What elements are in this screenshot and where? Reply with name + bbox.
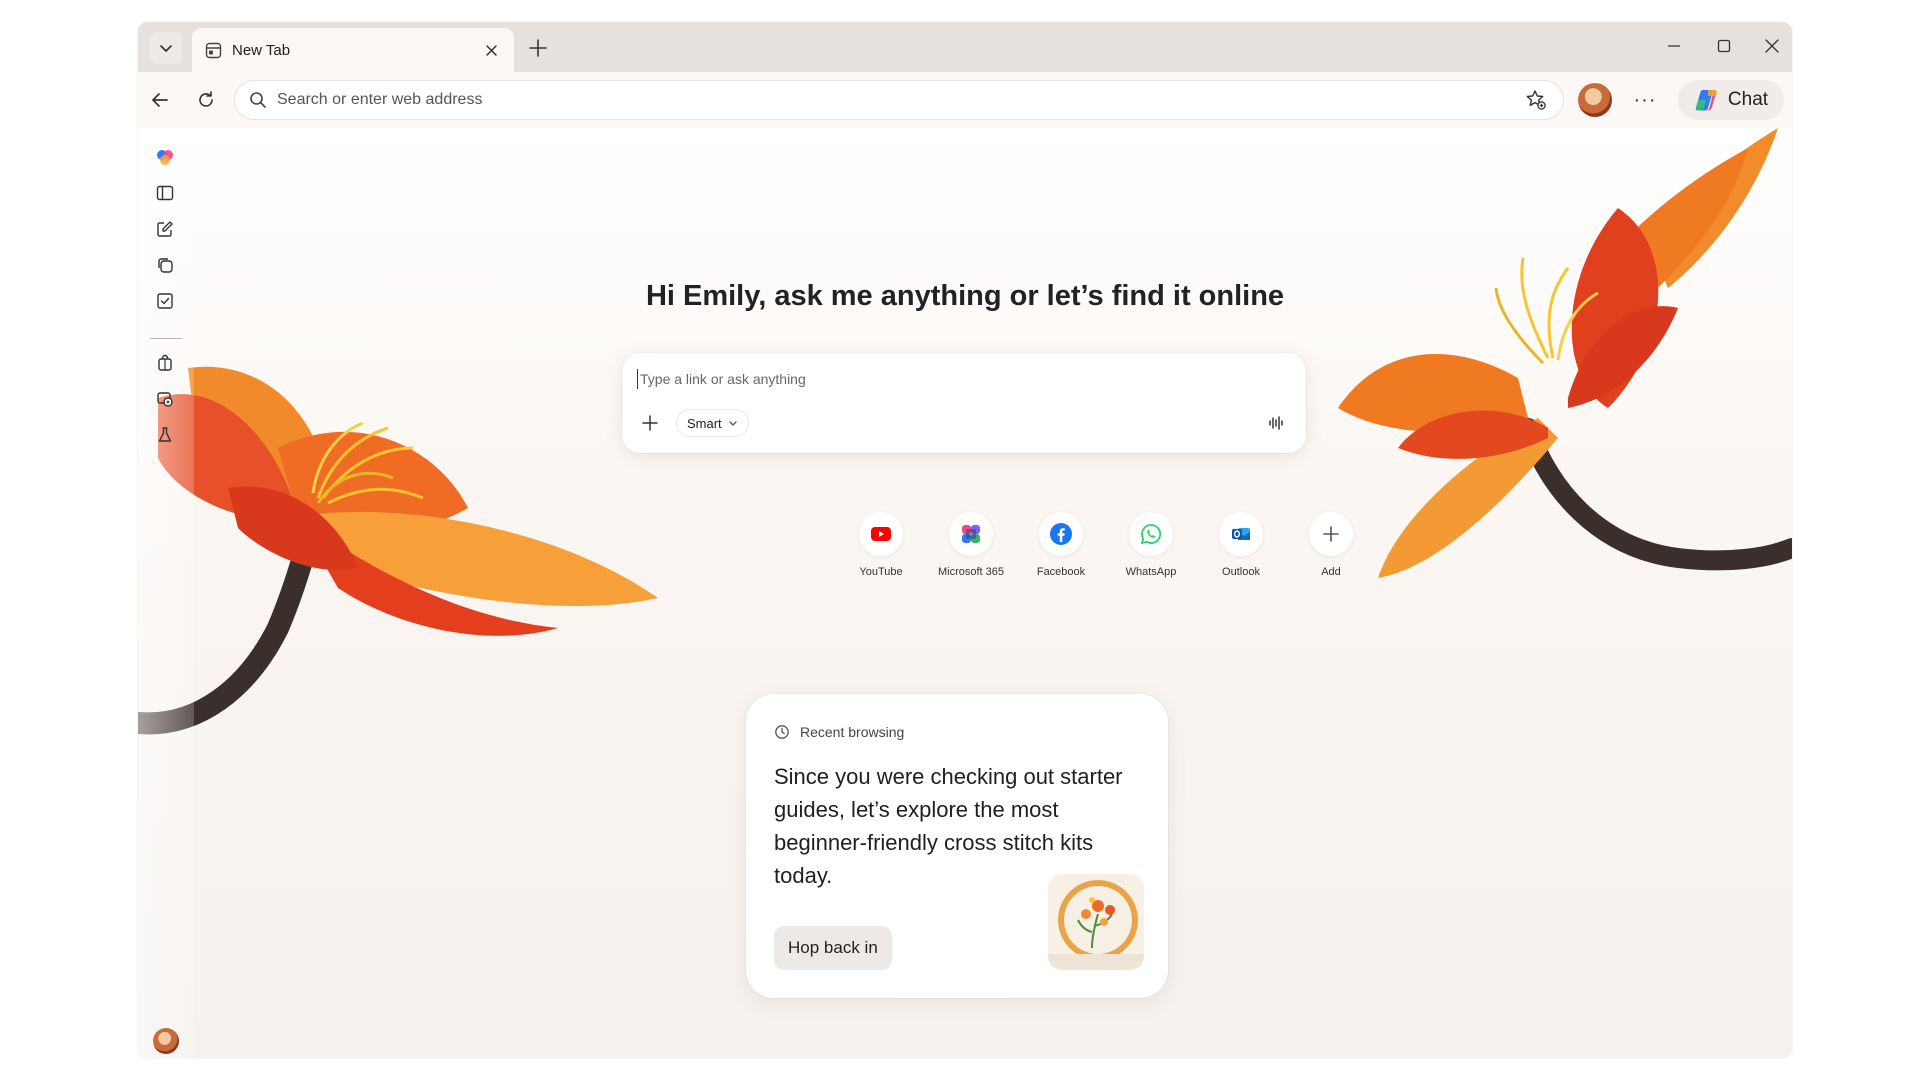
recent-browsing-header: Recent browsing (774, 724, 904, 740)
sidebar (138, 128, 194, 1058)
shortcut-label: Microsoft 365 (937, 566, 1005, 578)
close-icon[interactable] (480, 39, 502, 61)
copilot-icon[interactable] (154, 146, 176, 168)
shortcut-outlook[interactable]: Outlook (1196, 512, 1286, 578)
compose-icon[interactable] (154, 218, 176, 240)
attach-button[interactable] (636, 409, 664, 437)
back-arrow-icon (152, 93, 168, 107)
microsoft-365-icon (949, 512, 993, 556)
maximize-icon (1717, 39, 1731, 53)
voice-input-button[interactable] (1262, 409, 1290, 437)
star-add-icon (1526, 90, 1546, 110)
shortcut-label: Add (1321, 566, 1341, 578)
shopping-icon[interactable] (154, 352, 176, 374)
greeting-heading: Hi Emily, ask me anything or let’s find … (645, 280, 1285, 312)
tab-strip: New Tab (138, 22, 1792, 72)
shortcut-label: WhatsApp (1125, 566, 1177, 578)
shortcut-add[interactable]: Add (1286, 512, 1376, 578)
collections-icon[interactable] (154, 254, 176, 276)
add-favorite-button[interactable] (1523, 87, 1549, 113)
plus-icon (642, 415, 658, 431)
minimize-button[interactable] (1654, 32, 1694, 60)
recent-browsing-text: Since you were checking out starter guid… (774, 764, 1123, 888)
shortcut-whatsapp[interactable]: WhatsApp (1106, 512, 1196, 578)
new-tab-button[interactable] (524, 34, 552, 62)
tab-new-tab[interactable]: New Tab (192, 28, 514, 72)
sidebar-avatar[interactable] (153, 1028, 179, 1054)
hop-back-in-button[interactable]: Hop back in (774, 926, 892, 970)
plus-icon (1309, 512, 1353, 556)
sidebar-panel-icon[interactable] (154, 182, 176, 204)
more-options-button[interactable]: ··· (1628, 84, 1662, 116)
mode-select[interactable]: Smart (676, 409, 749, 437)
refresh-icon (199, 91, 213, 107)
ask-search-box[interactable]: Type a link or ask anything Smart (622, 353, 1306, 453)
embroidery-hoop-thumbnail (1048, 874, 1144, 970)
refresh-button[interactable] (190, 84, 222, 116)
labs-icon[interactable] (154, 424, 176, 446)
outlook-icon (1219, 512, 1263, 556)
tab-list-button[interactable] (150, 32, 182, 64)
right-flower-decoration (1338, 128, 1792, 578)
shortcut-microsoft-365[interactable]: Microsoft 365 (926, 512, 1016, 578)
search-icon (250, 92, 266, 108)
whatsapp-icon (1129, 512, 1173, 556)
profile-avatar[interactable] (1578, 83, 1612, 117)
tab-title: New Tab (232, 41, 291, 59)
image-icon[interactable] (154, 388, 176, 410)
back-button[interactable] (144, 84, 176, 116)
voice-wave-icon (1269, 416, 1283, 430)
recent-browsing-card: Recent browsing Since you were checking … (746, 694, 1168, 998)
new-tab-page: Hi Emily, ask me anything or let’s find … (138, 128, 1792, 1058)
copilot-chat-button[interactable]: Chat (1678, 80, 1784, 120)
close-window-button[interactable] (1752, 32, 1792, 60)
facebook-icon (1039, 512, 1083, 556)
search-input[interactable]: Type a link or ask anything (637, 369, 806, 389)
sidebar-divider (150, 338, 182, 339)
chevron-down-icon (729, 421, 737, 426)
minimize-icon (1668, 45, 1680, 47)
chat-button-label: Chat (1727, 89, 1769, 110)
history-clock-icon (775, 725, 789, 739)
shortcut-facebook[interactable]: Facebook (1016, 512, 1106, 578)
chevron-down-icon (160, 45, 172, 52)
maximize-button[interactable] (1704, 32, 1744, 60)
close-icon (1765, 39, 1779, 53)
left-flower-decoration (138, 366, 658, 735)
youtube-icon (859, 512, 903, 556)
shortcut-label: Facebook (1036, 566, 1086, 578)
mode-select-label: Smart (687, 415, 722, 431)
toolbar: Search or enter web address ··· Chat (138, 72, 1792, 128)
new-tab-page-icon (204, 41, 222, 59)
shortcut-label: Outlook (1222, 566, 1260, 578)
quick-links: YouTube Microsoft 365 Facebook WhatsApp (836, 512, 1376, 578)
shortcut-youtube[interactable]: YouTube (836, 512, 926, 578)
plus-icon (529, 39, 547, 57)
recent-browsing-title: Recent browsing (800, 724, 905, 740)
shortcut-label: YouTube (859, 566, 903, 578)
address-bar[interactable]: Search or enter web address (234, 80, 1564, 120)
copilot-icon (1695, 90, 1718, 111)
browser-window: New Tab Search or enter web address ··· … (138, 22, 1792, 1058)
address-bar-placeholder: Search or enter web address (277, 91, 483, 108)
